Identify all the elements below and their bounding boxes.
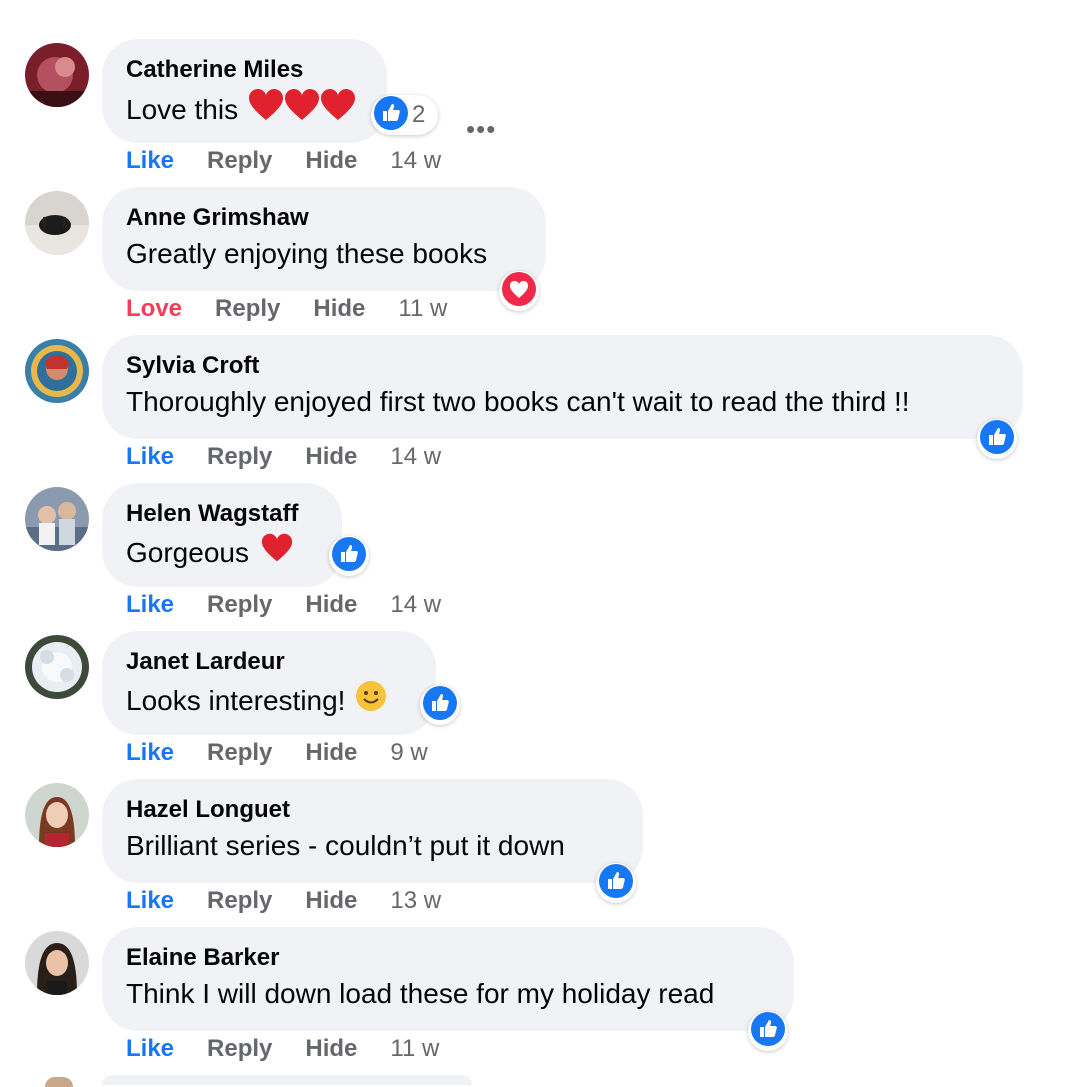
hide-button[interactable]: Hide	[305, 147, 357, 175]
comment-text: Gorgeous	[126, 536, 249, 568]
hide-button[interactable]: Hide	[305, 443, 357, 471]
comment-text: Looks interesting!	[126, 684, 346, 716]
comment-bubble: Catherine Miles Love this	[102, 39, 387, 143]
like-reaction-icon	[332, 536, 366, 576]
comment-actions: Like Reply Hide 14 w	[126, 147, 441, 175]
comment-bubble: Anne Grimshaw Greatly enjoying these boo…	[102, 187, 546, 291]
avatar[interactable]	[25, 487, 89, 551]
hide-button[interactable]: Hide	[305, 1035, 357, 1063]
reaction-summary[interactable]	[748, 1011, 788, 1051]
like-reaction-icon	[980, 419, 1014, 459]
hide-button[interactable]: Hide	[305, 739, 357, 767]
like-reaction-icon	[599, 863, 633, 903]
like-reaction-icon	[374, 95, 408, 135]
like-button[interactable]: Like	[126, 591, 174, 619]
reaction-summary[interactable]: 2	[371, 95, 439, 135]
comment-bubble: Elaine Barker Think I will down load the…	[102, 927, 794, 1031]
timestamp[interactable]: 14 w	[390, 443, 441, 471]
like-button[interactable]: Like	[126, 1035, 174, 1063]
comment-bubble: Sylvia Croft Thoroughly enjoyed first tw…	[102, 335, 1023, 439]
author-name[interactable]: Sylvia Croft	[126, 352, 999, 380]
like-reaction-icon	[423, 685, 457, 725]
smiley-face-icon	[355, 680, 387, 721]
reaction-summary[interactable]	[499, 271, 539, 311]
avatar[interactable]	[25, 931, 89, 995]
reply-button[interactable]: Reply	[207, 739, 272, 767]
avatar[interactable]	[25, 339, 89, 403]
author-name[interactable]: Hazel Longuet	[126, 796, 619, 824]
hide-button[interactable]: Hide	[313, 295, 365, 323]
love-button[interactable]: Love	[126, 295, 182, 323]
love-reaction-icon	[502, 271, 536, 311]
comment-actions: Like Reply Hide 11 w	[126, 1035, 439, 1063]
like-button[interactable]: Like	[126, 739, 174, 767]
comment-text: Greatly enjoying these books	[126, 238, 488, 269]
reply-button[interactable]: Reply	[207, 443, 272, 471]
reaction-summary[interactable]	[977, 419, 1017, 459]
avatar[interactable]	[25, 191, 89, 255]
like-button[interactable]: Like	[126, 147, 174, 175]
red-heart-icon	[320, 88, 356, 131]
comment-text: Brilliant series - couldn’t put it down	[126, 830, 565, 861]
avatar[interactable]	[25, 43, 89, 107]
red-heart-icon	[284, 88, 320, 131]
reaction-summary[interactable]	[329, 536, 369, 576]
reply-button[interactable]: Reply	[207, 1035, 272, 1063]
author-name[interactable]: Catherine Miles	[126, 56, 363, 84]
comment-bubble	[102, 1075, 472, 1085]
hide-button[interactable]: Hide	[305, 591, 357, 619]
comment-bubble: Hazel Longuet Brilliant series - couldn’…	[102, 779, 643, 883]
comment-text: Thoroughly enjoyed first two books can't…	[126, 386, 910, 417]
comment-actions: Love Reply Hide 11 w	[126, 295, 447, 323]
avatar[interactable]	[25, 635, 89, 699]
timestamp[interactable]: 14 w	[390, 591, 441, 619]
comment-bubble: Janet Lardeur Looks interesting!	[102, 631, 436, 735]
avatar[interactable]	[25, 783, 89, 847]
comment-actions: Like Reply Hide 14 w	[126, 443, 441, 471]
reaction-summary[interactable]	[596, 863, 636, 903]
reply-button[interactable]: Reply	[215, 295, 280, 323]
author-name[interactable]: Anne Grimshaw	[126, 204, 522, 232]
reply-button[interactable]: Reply	[207, 147, 272, 175]
comment-actions: Like Reply Hide 9 w	[126, 739, 428, 767]
avatar[interactable]	[45, 1077, 73, 1087]
comment-text: Love this	[126, 93, 239, 125]
reaction-summary[interactable]	[420, 685, 460, 725]
comment-actions: Like Reply Hide 14 w	[126, 591, 441, 619]
author-name[interactable]: Janet Lardeur	[126, 648, 412, 676]
timestamp[interactable]: 11 w	[390, 1035, 439, 1063]
red-heart-icon	[261, 532, 293, 573]
more-options-icon[interactable]: •••	[466, 116, 496, 142]
like-button[interactable]: Like	[126, 443, 174, 471]
timestamp[interactable]: 11 w	[398, 295, 447, 323]
author-name[interactable]: Elaine Barker	[126, 944, 770, 972]
timestamp[interactable]: 14 w	[390, 147, 441, 175]
like-button[interactable]: Like	[126, 887, 174, 915]
hide-button[interactable]: Hide	[305, 887, 357, 915]
reply-button[interactable]: Reply	[207, 887, 272, 915]
comment-actions: Like Reply Hide 13 w	[126, 887, 441, 915]
like-reaction-icon	[751, 1011, 785, 1051]
red-heart-icon	[248, 88, 284, 131]
comment-text: Think I will down load these for my holi…	[126, 978, 715, 1009]
timestamp[interactable]: 9 w	[390, 739, 427, 767]
timestamp[interactable]: 13 w	[390, 887, 441, 915]
comment-bubble: Helen Wagstaff Gorgeous	[102, 483, 342, 587]
reaction-count: 2	[412, 101, 426, 128]
author-name[interactable]: Helen Wagstaff	[126, 500, 318, 528]
reply-button[interactable]: Reply	[207, 591, 272, 619]
